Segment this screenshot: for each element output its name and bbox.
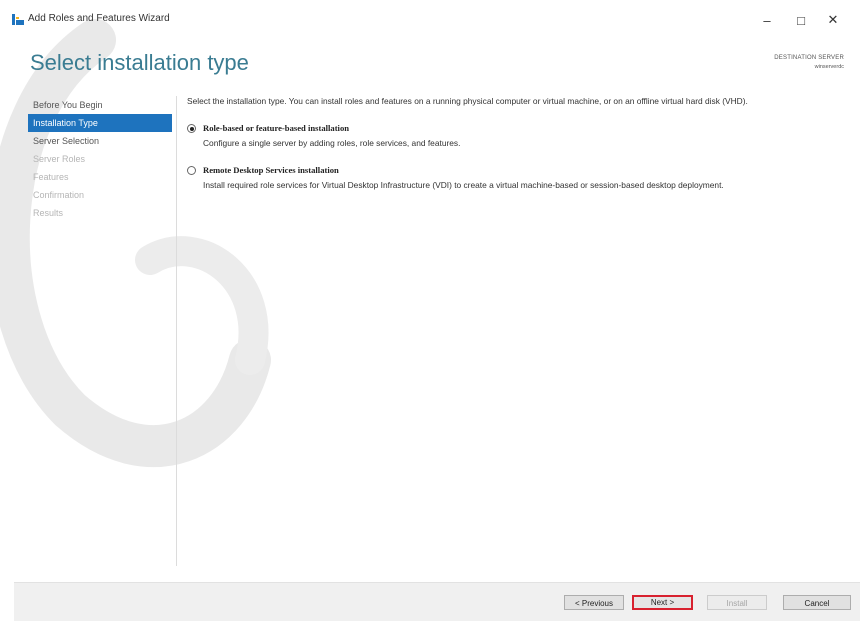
option-role-based-title[interactable]: Role-based or feature-based installation	[203, 123, 845, 133]
option-role-based-description: Configure a single server by adding role…	[203, 138, 461, 148]
destination-server-label: DESTINATION SERVER	[774, 55, 844, 61]
destination-server-value: winserverdc	[814, 64, 844, 70]
nav-item-confirmation: Confirmation	[33, 190, 85, 200]
option-remote-desktop[interactable]: Remote Desktop Services installation Ins…	[187, 165, 845, 190]
intro-text: Select the installation type. You can in…	[187, 96, 748, 106]
install-button: Install	[707, 595, 767, 610]
nav-divider	[176, 96, 177, 566]
page-title: Select installation type	[30, 50, 249, 75]
nav-item-server-selection[interactable]: Server Selection	[28, 132, 172, 150]
close-icon: ✕	[827, 12, 839, 27]
cancel-button[interactable]: Cancel	[783, 595, 851, 610]
nav-item-features: Features	[33, 172, 69, 182]
option-role-based[interactable]: Role-based or feature-based installation…	[187, 123, 845, 148]
title-bar: Add Roles and Features Wizard – □ ✕	[0, 0, 864, 42]
option-remote-desktop-description: Install required role services for Virtu…	[203, 180, 724, 190]
maximize-icon: □	[797, 12, 805, 28]
close-button[interactable]: ✕	[818, 8, 848, 32]
next-button[interactable]: Next >	[632, 595, 693, 610]
minimize-button[interactable]: –	[752, 8, 782, 32]
wizard-footer: < Previous Next > Install Cancel	[14, 582, 860, 621]
radio-role-based[interactable]	[187, 124, 196, 133]
nav-item-before-you-begin[interactable]: Before You Begin	[28, 96, 172, 114]
nav-item-installation-type[interactable]: Installation Type	[28, 114, 172, 132]
main-content: Select the installation type. You can in…	[187, 96, 845, 207]
watermark-logo	[0, 19, 271, 468]
nav-item-server-roles: Server Roles	[33, 154, 86, 164]
minimize-icon: –	[763, 12, 771, 28]
server-manager-icon	[12, 14, 24, 25]
wizard-steps-nav: Before You Begin Installation Type Serve…	[28, 96, 172, 222]
radio-remote-desktop[interactable]	[187, 166, 196, 175]
nav-item-results: Results	[33, 208, 64, 218]
option-remote-desktop-title[interactable]: Remote Desktop Services installation	[203, 165, 845, 175]
window-title: Add Roles and Features Wizard	[28, 13, 170, 24]
previous-button[interactable]: < Previous	[564, 595, 624, 610]
maximize-button[interactable]: □	[786, 8, 816, 32]
